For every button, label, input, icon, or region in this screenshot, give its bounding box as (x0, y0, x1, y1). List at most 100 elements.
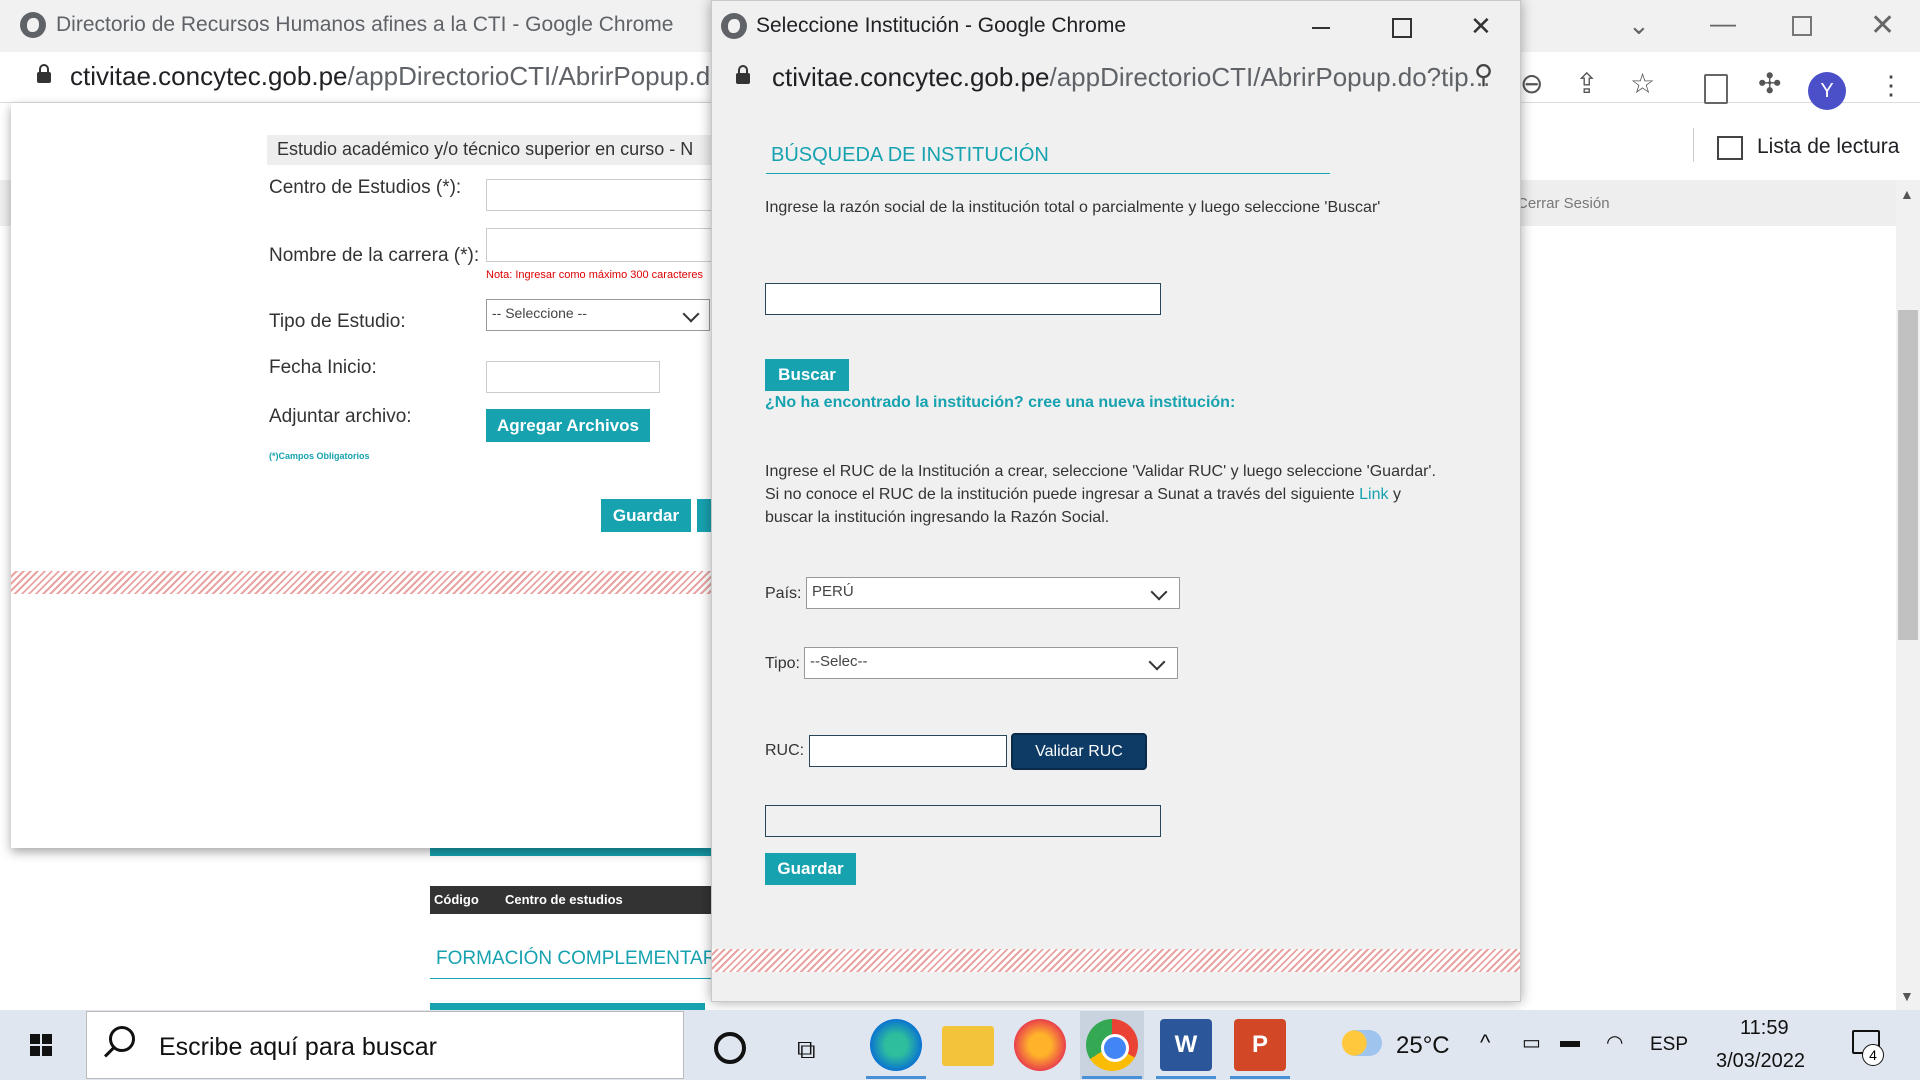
search-placeholder: Escribe aquí para buscar (159, 1033, 437, 1061)
windows-start-icon[interactable] (30, 1034, 52, 1056)
wifi-icon[interactable]: ◠ (1606, 1030, 1623, 1055)
firefox-icon[interactable] (1014, 1019, 1066, 1071)
notification-count-badge: 4 (1862, 1044, 1884, 1066)
close-icon[interactable]: ✕ (1870, 8, 1895, 43)
popup-address-bar[interactable]: ctivitae.concytec.gob.pe/appDirectorioCT… (712, 53, 1520, 99)
minimize-icon[interactable]: — (1710, 8, 1736, 39)
task-view-icon[interactable]: ⧉ (797, 1034, 816, 1066)
popup-url[interactable]: ctivitae.concytec.gob.pe/appDirectorioCT… (772, 62, 1490, 93)
scroll-up-arrow-icon[interactable]: ▲ (1900, 186, 1914, 202)
temperature[interactable]: 25°C (1396, 1032, 1450, 1060)
chevron-down-icon (1148, 653, 1166, 671)
show-hidden-icons-chevron[interactable]: ^ (1480, 1030, 1490, 1056)
scroll-down-arrow-icon[interactable]: ▼ (1900, 988, 1914, 1004)
heading-divider (766, 173, 1330, 174)
tab-search-chevron-icon[interactable]: ⌄ (1628, 10, 1650, 41)
url-path: /appDirectorioCTI/AbrirPopup.do?tip... (1049, 62, 1491, 92)
chrome-center (1101, 1034, 1129, 1062)
ruc-line2-text: Si no conoce el RUC de la institución pu… (765, 486, 1355, 503)
guardar-button[interactable]: Guardar (601, 499, 691, 532)
buscar-button[interactable]: Buscar (765, 359, 849, 391)
maximize-icon[interactable] (1392, 18, 1412, 38)
ruc-instructions-line1: Ingrese el RUC de la Institución a crear… (765, 463, 1436, 480)
agregar-archivos-button[interactable]: Agregar Archivos (486, 409, 650, 442)
pais-select[interactable]: PERÚ (806, 577, 1180, 609)
share-icon[interactable]: ⇪ (1575, 67, 1598, 100)
scrollbar-thumb[interactable] (1898, 310, 1918, 640)
minimize-icon[interactable] (1312, 27, 1330, 29)
reading-list-icon[interactable] (1717, 136, 1743, 160)
sunat-link[interactable]: Link (1359, 486, 1388, 503)
section-bar (430, 1003, 705, 1010)
section-header-bar: Estudio académico y/o técnico superior e… (267, 135, 727, 165)
table-header: Código Centro de estudios (430, 886, 720, 914)
url-path: /appDirectorioCTI/AbrirPopup.do?ti (347, 61, 753, 91)
section-bar (430, 848, 720, 856)
weather-icon[interactable] (1342, 1030, 1382, 1056)
ruc-input[interactable] (809, 735, 1007, 767)
validar-ruc-button[interactable]: Validar RUC (1011, 733, 1147, 770)
lock-icon (736, 65, 750, 84)
required-note: (*)Campos Obligatorios (269, 451, 370, 461)
chevron-down-icon (1150, 583, 1168, 601)
centro-input[interactable] (486, 179, 718, 211)
table-col-codigo: Código (434, 892, 479, 907)
institution-result-field[interactable] (765, 805, 1161, 837)
tipo-estudio-label: Tipo de Estudio: (269, 311, 406, 332)
restore-icon[interactable] (1792, 16, 1812, 36)
tipo-value: --Selec-- (810, 653, 868, 670)
table-col-centro: Centro de estudios (505, 892, 623, 907)
file-explorer-icon[interactable] (942, 1026, 994, 1066)
running-indicator (1230, 1076, 1290, 1079)
powerpoint-icon[interactable]: P (1234, 1019, 1286, 1071)
running-indicator (866, 1076, 926, 1079)
zoom-icon[interactable]: ⚲ (1474, 59, 1493, 90)
tipo-estudio-select[interactable]: -- Seleccione -- (486, 299, 710, 331)
carrera-input[interactable] (486, 228, 718, 262)
tipo-estudio-value: -- Seleccione -- (492, 305, 587, 321)
not-found-text: ¿No ha encontrado la institución? cree u… (765, 394, 1236, 411)
instructions-text: Ingrese la razón social de la institució… (765, 199, 1381, 216)
popup-title-bar[interactable]: Seleccione Institución - Google Chrome ✕ (712, 1, 1520, 53)
cortana-icon[interactable] (714, 1032, 746, 1064)
popup-guardar-button[interactable]: Guardar (765, 853, 856, 885)
logout-link[interactable]: Cerrar Sesión (1517, 195, 1610, 212)
institution-search-input[interactable] (765, 283, 1161, 315)
ruc-label: RUC: (765, 742, 805, 759)
battery-icon[interactable]: ▬ (1560, 1030, 1580, 1053)
clock-time[interactable]: 11:59 (1740, 1017, 1789, 1040)
document-icon[interactable] (1704, 74, 1728, 104)
fecha-label: Fecha Inicio: (269, 357, 377, 378)
meet-now-icon[interactable]: ▭ (1522, 1030, 1541, 1055)
bookmark-star-icon[interactable]: ☆ (1630, 67, 1655, 100)
ruc-instructions-line3: buscar la institución ingresando la Razó… (765, 509, 1110, 526)
taskbar-search-box[interactable]: Escribe aquí para buscar (86, 1011, 684, 1079)
globe-icon (20, 12, 46, 38)
decorative-hatch-strip (712, 949, 1520, 972)
pais-label: País: (765, 585, 802, 602)
divider (430, 978, 720, 979)
background-url[interactable]: ctivitae.concytec.gob.pe/appDirectorioCT… (70, 61, 752, 92)
close-icon[interactable]: ✕ (1470, 11, 1492, 42)
centro-label: Centro de Estudios (*): (269, 177, 462, 198)
profile-avatar[interactable]: Y (1808, 72, 1846, 110)
hidden-button-edge[interactable] (697, 499, 711, 532)
tipo-select[interactable]: --Selec-- (804, 647, 1178, 679)
running-indicator (1082, 1076, 1142, 1079)
lock-icon (37, 64, 51, 83)
word-icon[interactable]: W (1160, 1019, 1212, 1071)
tipo-label: Tipo: (765, 655, 800, 672)
popup-window-title: Seleccione Institución - Google Chrome (756, 14, 1127, 37)
search-icon-handle (103, 1045, 117, 1058)
edge-icon[interactable] (870, 1019, 922, 1071)
extensions-puzzle-icon[interactable]: ✣ (1758, 67, 1781, 100)
more-menu-icon[interactable]: ⋮ (1878, 70, 1904, 101)
decorative-hatch-strip (11, 571, 711, 594)
reading-list-label[interactable]: Lista de lectura (1757, 135, 1899, 159)
clock-date[interactable]: 3/03/2022 (1716, 1050, 1805, 1073)
language-indicator[interactable]: ESP (1650, 1034, 1688, 1056)
popup-content: BÚSQUEDA DE INSTITUCIÓN Ingrese la razón… (712, 99, 1520, 1001)
zoom-out-icon[interactable]: ⊖ (1520, 67, 1543, 100)
fecha-input[interactable] (486, 361, 660, 393)
pais-value: PERÚ (812, 583, 854, 600)
